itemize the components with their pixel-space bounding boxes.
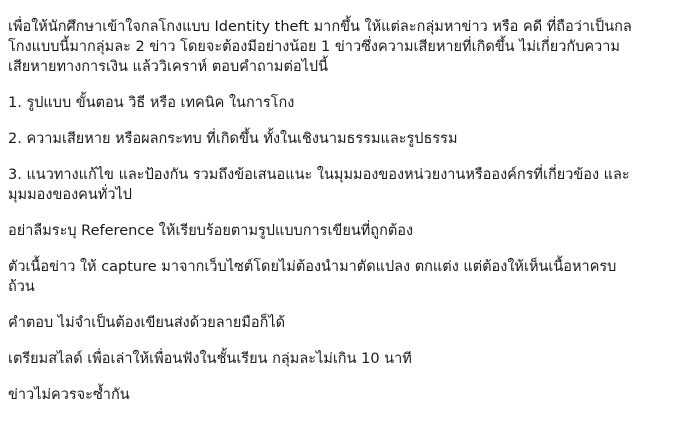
- intro-line-2: โกงแบบนี้มากลุ่มละ 2 ข่าว โดยจะต้องมีอย่…: [8, 39, 620, 55]
- question-2: 2. ความเสียหาย หรือผลกระทบ ที่เกิดขึ้น ท…: [8, 129, 678, 149]
- no-duplicate-note-text: ข่าวไม่ควรจะซ้ำกัน: [8, 387, 130, 403]
- reference-note-text: อย่าลืมระบุ Reference ให้เรียบร้อยตามรูป…: [8, 223, 414, 239]
- reference-note: อย่าลืมระบุ Reference ให้เรียบร้อยตามรูป…: [8, 221, 678, 241]
- no-duplicate-note: ข่าวไม่ควรจะซ้ำกัน: [8, 385, 678, 405]
- question-1: 1. รูปแบบ ขั้นตอน วิธี หรือ เทคนิค ในการ…: [8, 93, 678, 113]
- answer-note: คำตอบ ไม่จำเป็นต้องเขียนส่งด้วยลายมือก็ไ…: [8, 313, 678, 333]
- intro-paragraph: เพื่อให้นักศึกษาเข้าใจกลโกงแบบ Identity …: [8, 17, 678, 77]
- assignment-document: เพื่อให้นักศึกษาเข้าใจกลโกงแบบ Identity …: [8, 17, 678, 421]
- intro-line-3: เสียหายทางการเงิน แล้ววิเคราห์ ตอบคำถามต…: [8, 59, 328, 75]
- slides-note-text: เตรียมสไลด์ เพื่อเล่าให้เพื่อนฟังในชั้นเ…: [8, 351, 412, 367]
- question-3-line-2: มุมมองของคนทั่วไป: [8, 187, 132, 203]
- slides-note: เตรียมสไลด์ เพื่อเล่าให้เพื่อนฟังในชั้นเ…: [8, 349, 678, 369]
- capture-note: ตัวเนื้อข่าว ให้ capture มาจากเว็บไซต์โด…: [8, 257, 678, 297]
- question-3: 3. แนวทางแก้ไข และป้องกัน รวมถึงข้อเสนอแ…: [8, 165, 678, 205]
- capture-note-line-1: ตัวเนื้อข่าว ให้ capture มาจากเว็บไซต์โด…: [8, 259, 617, 275]
- intro-line-1: เพื่อให้นักศึกษาเข้าใจกลโกงแบบ Identity …: [8, 19, 632, 35]
- capture-note-line-2: ถ้วน: [8, 279, 35, 295]
- question-2-text: 2. ความเสียหาย หรือผลกระทบ ที่เกิดขึ้น ท…: [8, 131, 458, 147]
- answer-note-text: คำตอบ ไม่จำเป็นต้องเขียนส่งด้วยลายมือก็ไ…: [8, 315, 286, 331]
- question-1-text: 1. รูปแบบ ขั้นตอน วิธี หรือ เทคนิค ในการ…: [8, 95, 295, 111]
- question-3-line-1: 3. แนวทางแก้ไข และป้องกัน รวมถึงข้อเสนอแ…: [8, 167, 630, 183]
